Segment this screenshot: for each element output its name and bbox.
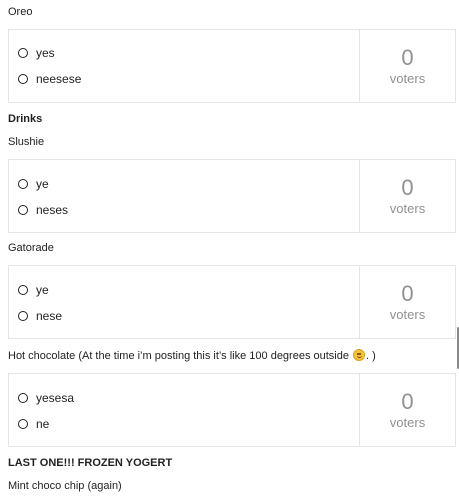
radio-circle-icon[interactable] (18, 48, 28, 58)
poll-option-ye[interactable]: ye (18, 283, 49, 297)
section-heading-drinks: Drinks (8, 113, 43, 125)
voter-count-box: 0 voters (360, 374, 455, 446)
radio-circle-icon[interactable] (18, 285, 28, 295)
slightly-smiling-face-icon (353, 349, 366, 361)
poll-option-label: neesese (36, 72, 82, 86)
poll-option-label: yes (36, 46, 55, 60)
poll-option-label: ne (36, 417, 50, 431)
poll-option-neses[interactable]: neses (18, 203, 68, 217)
radio-circle-icon[interactable] (18, 179, 28, 189)
poll-post-page: Oreo yes neesese 0 voters Drinks Slushie… (0, 0, 459, 500)
poll-option-nese[interactable]: nese (18, 309, 62, 323)
voter-count: 0 (401, 388, 414, 414)
poll-title-slushie: Slushie (8, 136, 45, 148)
voter-count: 0 (401, 44, 414, 70)
poll-title-oreo: Oreo (8, 6, 33, 18)
poll-title-mint-choco-chip: Mint choco chip (again) (8, 480, 122, 492)
poll-option-label: ye (36, 283, 49, 297)
voter-count-label: voters (389, 200, 426, 216)
poll-title-text-end: . ) (366, 350, 376, 362)
poll-gatorade: ye nese 0 voters (8, 265, 456, 339)
poll-slushie: ye neses 0 voters (8, 159, 456, 233)
poll-option-label: ye (36, 177, 49, 191)
poll-title-gatorade: Gatorade (8, 242, 54, 254)
voter-count: 0 (401, 174, 414, 200)
poll-option-yes[interactable]: yes (18, 46, 55, 60)
poll-hot-chocolate: yesesa ne 0 voters (8, 373, 456, 447)
poll-option-neesese[interactable]: neesese (18, 72, 81, 86)
voter-count-box: 0 voters (360, 160, 455, 232)
voter-count-box: 0 voters (360, 30, 455, 102)
radio-circle-icon[interactable] (18, 419, 28, 429)
poll-option-yesesa[interactable]: yesesa (18, 391, 74, 405)
poll-title-hot-chocolate: Hot chocolate (At the time i’m posting t… (8, 349, 376, 362)
poll-oreo: yes neesese 0 voters (8, 29, 456, 103)
radio-circle-icon[interactable] (18, 393, 28, 403)
section-heading-frozen-yogurt: LAST ONE!!! FROZEN YOGERT (8, 457, 173, 469)
radio-circle-icon[interactable] (18, 311, 28, 321)
poll-option-label: yesesa (36, 391, 75, 405)
poll-option-ye[interactable]: ye (18, 177, 49, 191)
voter-count-box: 0 voters (360, 266, 455, 338)
radio-circle-icon[interactable] (18, 74, 28, 84)
voter-count-label: voters (389, 306, 426, 322)
radio-circle-icon[interactable] (18, 205, 28, 215)
poll-title-text: Hot chocolate (At the time i’m posting t… (8, 350, 353, 362)
poll-option-label: neses (36, 203, 69, 217)
poll-option-label: nese (36, 309, 63, 323)
voter-count-label: voters (389, 414, 426, 430)
voter-count-label: voters (389, 70, 426, 86)
poll-option-ne[interactable]: ne (18, 417, 49, 431)
voter-count: 0 (401, 280, 414, 306)
